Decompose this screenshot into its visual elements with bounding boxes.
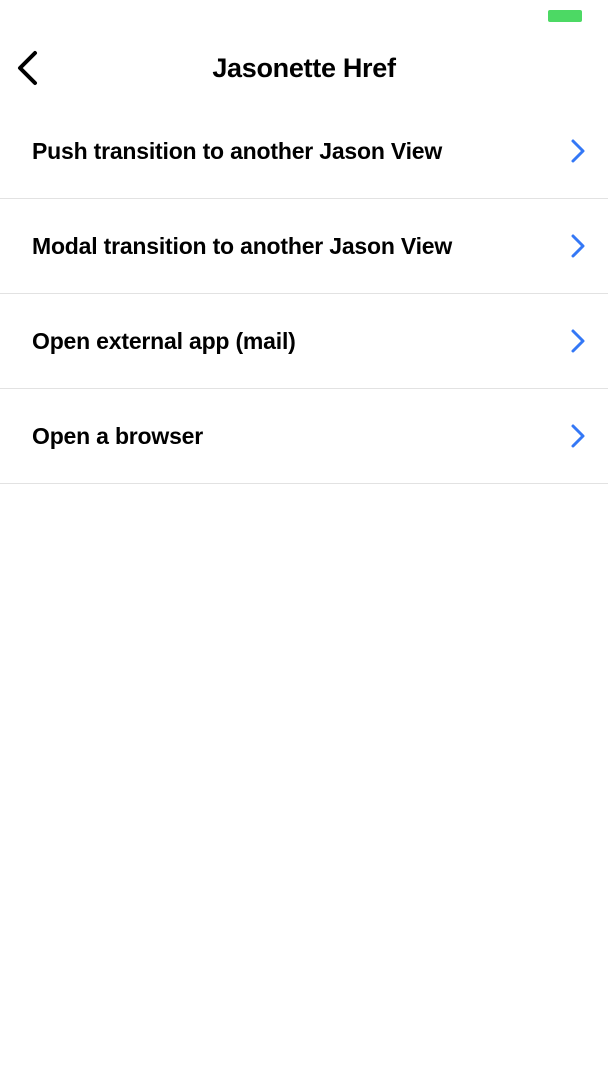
list-item-label: Open a browser <box>32 423 204 449</box>
status-bar <box>0 0 608 34</box>
list-item-modal-transition[interactable]: Modal transition to another Jason View <box>0 199 608 294</box>
back-button[interactable] <box>4 44 52 92</box>
battery-icon <box>548 10 582 22</box>
list-item-open-external-app[interactable]: Open external app (mail) <box>0 294 608 389</box>
chevron-right-icon <box>568 422 588 450</box>
page-title: Jasonette Href <box>212 53 396 83</box>
list-item-push-transition[interactable]: Push transition to another Jason View <box>0 104 608 199</box>
list-item-label: Open external app (mail) <box>32 328 296 354</box>
chevron-right-icon <box>568 232 588 260</box>
list-item-label: Modal transition to another Jason View <box>32 233 453 259</box>
list-item-open-browser[interactable]: Open a browser <box>0 389 608 484</box>
list-item-label: Push transition to another Jason View <box>32 138 443 164</box>
chevron-left-icon <box>18 51 37 85</box>
chevron-right-icon <box>568 137 588 165</box>
chevron-right-icon <box>568 327 588 355</box>
navigation-bar: Jasonette Href <box>0 34 608 102</box>
menu-list: Push transition to another Jason View Mo… <box>0 104 608 484</box>
